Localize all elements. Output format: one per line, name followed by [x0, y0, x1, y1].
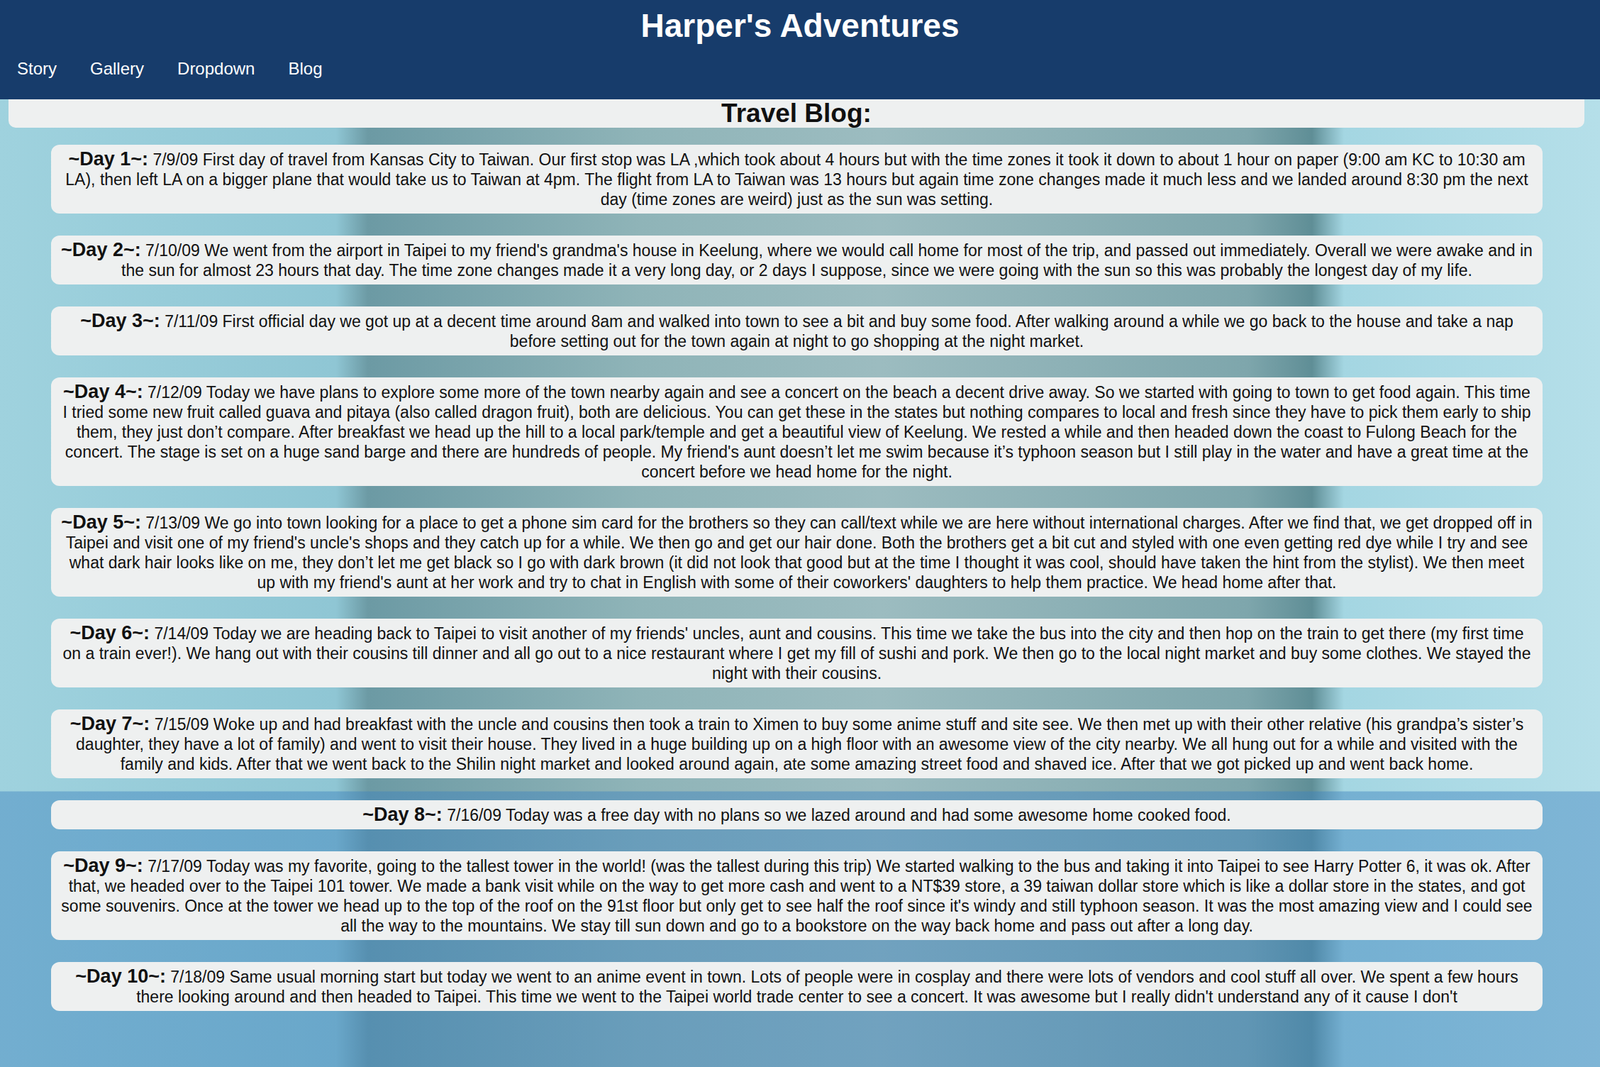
entry-text: ~Day 8~: 7/16/09 Today was a free day wi…: [60, 804, 1533, 825]
blog-entry: ~Day 1~: 7/9/09 First day of travel from…: [51, 144, 1543, 214]
entry-text: ~Day 5~: 7/13/09 We go into town looking…: [60, 512, 1533, 593]
entry-text: ~Day 10~: 7/18/09 Same usual morning sta…: [60, 965, 1533, 1007]
entry-text: ~Day 4~: 7/12/09 Today we have plans to …: [60, 381, 1533, 482]
entry-day: ~Day 1~:: [68, 148, 149, 170]
entry-day: ~Day 8~:: [362, 803, 443, 825]
blog-entry: ~Day 4~: 7/12/09 Today we have plans to …: [51, 377, 1543, 486]
entry-day: ~Day 10~:: [75, 965, 166, 987]
entry-day: ~Day 3~:: [80, 309, 161, 332]
entry-day: ~Day 4~:: [63, 380, 144, 403]
blog-entries: ~Day 1~: 7/9/09 First day of travel from…: [0, 127, 1600, 1011]
background-photo: Travel Blog: ~Day 1~: 7/9/09 First day of…: [0, 99, 1600, 1067]
entry-day: ~Day 7~:: [70, 712, 151, 735]
entry-text: ~Day 7~: 7/15/09 Woke up and had breakfa…: [60, 713, 1533, 774]
entry-text: ~Day 1~: 7/9/09 First day of travel from…: [60, 148, 1533, 210]
nav-link[interactable]: Story: [17, 58, 57, 80]
nav-link[interactable]: Gallery: [90, 58, 144, 80]
blog-entry: ~Day 8~: 7/16/09 Today was a free day wi…: [51, 800, 1543, 830]
entry-day: ~Day 6~:: [69, 621, 150, 644]
entry-text: ~Day 6~: 7/14/09 Today we are heading ba…: [60, 622, 1533, 683]
entry-text: ~Day 2~: 7/10/09 We went from the airpor…: [60, 239, 1533, 281]
site-title: Harper's Adventures: [0, 4, 1600, 47]
page: Harper's Adventures Story Gallery Dropdown B…: [0, 0, 1600, 1067]
site-header: Harper's Adventures Story Gallery Dropdown B…: [0, 0, 1600, 100]
blog-entry: ~Day 9~: 7/17/09 Today was my favorite, …: [51, 851, 1543, 940]
blog-entry: ~Day 6~: 7/14/09 Today we are heading ba…: [51, 618, 1543, 688]
blog-entry: ~Day 2~: 7/10/09 We went from the airpor…: [51, 235, 1543, 285]
blog-entry: ~Day 10~: 7/18/09 Same usual morning sta…: [51, 961, 1543, 1011]
blog-entry: ~Day 3~: 7/11/09 First official day we g…: [51, 306, 1543, 356]
blog-heading: Travel Blog:: [721, 99, 872, 128]
nav-link[interactable]: Dropdown: [177, 58, 255, 80]
entry-day: ~Day 9~:: [63, 854, 144, 876]
nav-bar: Story Gallery Dropdown Blog: [0, 46, 1600, 93]
entry-day: ~Day 5~:: [60, 511, 142, 533]
nav-link[interactable]: Blog: [287, 58, 322, 80]
entry-text: ~Day 9~: 7/17/09 Today was my favorite, …: [60, 855, 1533, 936]
blog-entry: ~Day 5~: 7/13/09 We go into town looking…: [51, 507, 1543, 597]
blog-heading-panel: Travel Blog:: [8, 99, 1585, 128]
entry-day: ~Day 2~:: [60, 239, 142, 261]
entry-text: ~Day 3~: 7/11/09 First official day we g…: [60, 310, 1533, 352]
blog-entry: ~Day 7~: 7/15/09 Woke up and had breakfa…: [51, 709, 1543, 779]
